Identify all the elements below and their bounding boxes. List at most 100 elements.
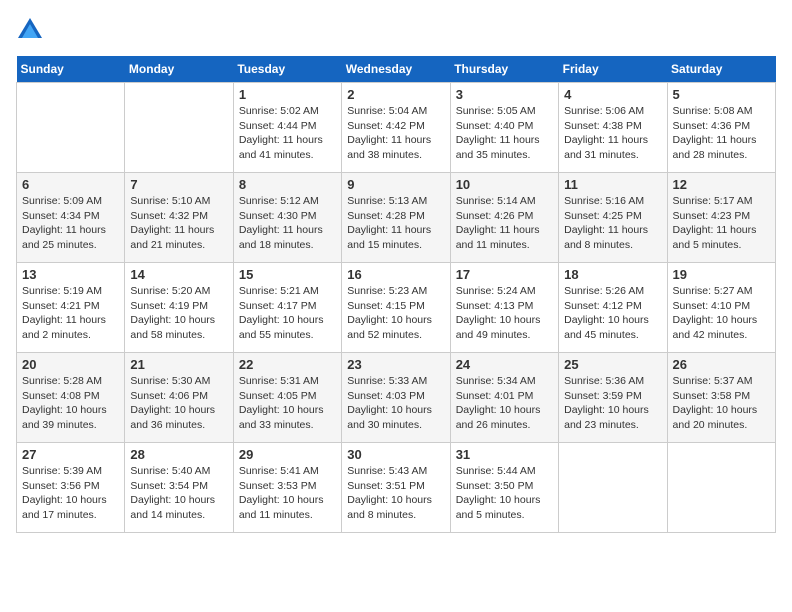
day-number: 24 <box>456 357 553 372</box>
calendar-cell: 14 Sunrise: 5:20 AM Sunset: 4:19 PM Dayli… <box>125 263 233 353</box>
day-number: 25 <box>564 357 661 372</box>
cell-content: Sunrise: 5:30 AM Sunset: 4:06 PM Dayligh… <box>130 374 227 433</box>
calendar-cell: 13Sunrise: 5:19 AM Sunset: 4:21 PM Dayli… <box>17 263 125 353</box>
day-number: 31 <box>456 447 553 462</box>
calendar-cell: 25 Sunrise: 5:36 AM Sunset: 3:59 PM Dayli… <box>559 353 667 443</box>
cell-content: Sunrise: 5:36 AM Sunset: 3:59 PM Dayligh… <box>564 374 661 433</box>
header-cell-friday: Friday <box>559 56 667 83</box>
day-number: 20 <box>22 357 119 372</box>
calendar-cell: 18 Sunrise: 5:26 AM Sunset: 4:12 PM Dayli… <box>559 263 667 353</box>
cell-content: Sunrise: 5:13 AM Sunset: 4:28 PM Dayligh… <box>347 194 444 253</box>
calendar-cell: 1Sunrise: 5:02 AM Sunset: 4:44 PM Daylig… <box>233 83 341 173</box>
calendar-cell: 8Sunrise: 5:12 AM Sunset: 4:30 PM Daylig… <box>233 173 341 263</box>
day-number: 13 <box>22 267 119 282</box>
calendar-cell: 3 Sunrise: 5:05 AM Sunset: 4:40 PM Daylig… <box>450 83 558 173</box>
cell-content: Sunrise: 5:28 AM Sunset: 4:08 PM Dayligh… <box>22 374 119 433</box>
calendar-cell: 11 Sunrise: 5:16 AM Sunset: 4:25 PM Dayli… <box>559 173 667 263</box>
day-number: 30 <box>347 447 444 462</box>
week-row-0: 1Sunrise: 5:02 AM Sunset: 4:44 PM Daylig… <box>17 83 776 173</box>
calendar-cell: 19 Sunrise: 5:27 AM Sunset: 4:10 PM Dayli… <box>667 263 775 353</box>
day-number: 5 <box>673 87 770 102</box>
calendar-cell <box>17 83 125 173</box>
header-cell-wednesday: Wednesday <box>342 56 450 83</box>
cell-content: Sunrise: 5:05 AM Sunset: 4:40 PM Dayligh… <box>456 104 553 163</box>
calendar-cell: 28 Sunrise: 5:40 AM Sunset: 3:54 PM Dayli… <box>125 443 233 533</box>
cell-content: Sunrise: 5:16 AM Sunset: 4:25 PM Dayligh… <box>564 194 661 253</box>
day-number: 3 <box>456 87 553 102</box>
day-number: 9 <box>347 177 444 192</box>
cell-content: Sunrise: 5:40 AM Sunset: 3:54 PM Dayligh… <box>130 464 227 523</box>
day-number: 2 <box>347 87 444 102</box>
day-number: 7 <box>130 177 227 192</box>
cell-content: Sunrise: 5:43 AM Sunset: 3:51 PM Dayligh… <box>347 464 444 523</box>
calendar-table: SundayMondayTuesdayWednesdayThursdayFrid… <box>16 56 776 533</box>
cell-content: Sunrise: 5:27 AM Sunset: 4:10 PM Dayligh… <box>673 284 770 343</box>
calendar-cell: 31Sunrise: 5:44 AM Sunset: 3:50 PM Dayli… <box>450 443 558 533</box>
cell-content: Sunrise: 5:08 AM Sunset: 4:36 PM Dayligh… <box>673 104 770 163</box>
day-number: 22 <box>239 357 336 372</box>
cell-content: Sunrise: 5:24 AM Sunset: 4:13 PM Dayligh… <box>456 284 553 343</box>
cell-content: Sunrise: 5:23 AM Sunset: 4:15 PM Dayligh… <box>347 284 444 343</box>
cell-content: Sunrise: 5:37 AM Sunset: 3:58 PM Dayligh… <box>673 374 770 433</box>
calendar-cell: 2 Sunrise: 5:04 AM Sunset: 4:42 PM Daylig… <box>342 83 450 173</box>
calendar-header: SundayMondayTuesdayWednesdayThursdayFrid… <box>17 56 776 83</box>
page-header <box>16 16 776 44</box>
calendar-cell: 23 Sunrise: 5:33 AM Sunset: 4:03 PM Dayli… <box>342 353 450 443</box>
calendar-cell: 17 Sunrise: 5:24 AM Sunset: 4:13 PM Dayli… <box>450 263 558 353</box>
calendar-cell: 12Sunrise: 5:17 AM Sunset: 4:23 PM Dayli… <box>667 173 775 263</box>
day-number: 4 <box>564 87 661 102</box>
cell-content: Sunrise: 5:41 AM Sunset: 3:53 PM Dayligh… <box>239 464 336 523</box>
calendar-cell: 30 Sunrise: 5:43 AM Sunset: 3:51 PM Dayli… <box>342 443 450 533</box>
cell-content: Sunrise: 5:06 AM Sunset: 4:38 PM Dayligh… <box>564 104 661 163</box>
calendar-cell: 29 Sunrise: 5:41 AM Sunset: 3:53 PM Dayli… <box>233 443 341 533</box>
calendar-body: 1Sunrise: 5:02 AM Sunset: 4:44 PM Daylig… <box>17 83 776 533</box>
day-number: 28 <box>130 447 227 462</box>
header-cell-monday: Monday <box>125 56 233 83</box>
day-number: 14 <box>130 267 227 282</box>
cell-content: Sunrise: 5:14 AM Sunset: 4:26 PM Dayligh… <box>456 194 553 253</box>
calendar-cell: 27Sunrise: 5:39 AM Sunset: 3:56 PM Dayli… <box>17 443 125 533</box>
header-cell-tuesday: Tuesday <box>233 56 341 83</box>
day-number: 19 <box>673 267 770 282</box>
cell-content: Sunrise: 5:31 AM Sunset: 4:05 PM Dayligh… <box>239 374 336 433</box>
cell-content: Sunrise: 5:02 AM Sunset: 4:44 PM Dayligh… <box>239 104 336 163</box>
calendar-cell: 6Sunrise: 5:09 AM Sunset: 4:34 PM Daylig… <box>17 173 125 263</box>
logo <box>16 16 48 44</box>
header-cell-sunday: Sunday <box>17 56 125 83</box>
day-number: 29 <box>239 447 336 462</box>
day-number: 21 <box>130 357 227 372</box>
week-row-2: 13Sunrise: 5:19 AM Sunset: 4:21 PM Dayli… <box>17 263 776 353</box>
cell-content: Sunrise: 5:10 AM Sunset: 4:32 PM Dayligh… <box>130 194 227 253</box>
calendar-cell: 15Sunrise: 5:21 AM Sunset: 4:17 PM Dayli… <box>233 263 341 353</box>
day-number: 26 <box>673 357 770 372</box>
calendar-cell: 24 Sunrise: 5:34 AM Sunset: 4:01 PM Dayli… <box>450 353 558 443</box>
calendar-cell: 7 Sunrise: 5:10 AM Sunset: 4:32 PM Daylig… <box>125 173 233 263</box>
day-number: 27 <box>22 447 119 462</box>
calendar-cell: 5 Sunrise: 5:08 AM Sunset: 4:36 PM Daylig… <box>667 83 775 173</box>
day-number: 8 <box>239 177 336 192</box>
cell-content: Sunrise: 5:20 AM Sunset: 4:19 PM Dayligh… <box>130 284 227 343</box>
cell-content: Sunrise: 5:26 AM Sunset: 4:12 PM Dayligh… <box>564 284 661 343</box>
calendar-cell: 10 Sunrise: 5:14 AM Sunset: 4:26 PM Dayli… <box>450 173 558 263</box>
day-number: 15 <box>239 267 336 282</box>
cell-content: Sunrise: 5:04 AM Sunset: 4:42 PM Dayligh… <box>347 104 444 163</box>
day-number: 18 <box>564 267 661 282</box>
day-number: 10 <box>456 177 553 192</box>
logo-icon <box>16 16 44 44</box>
header-cell-saturday: Saturday <box>667 56 775 83</box>
calendar-cell: 21 Sunrise: 5:30 AM Sunset: 4:06 PM Dayli… <box>125 353 233 443</box>
calendar-cell <box>125 83 233 173</box>
day-number: 17 <box>456 267 553 282</box>
calendar-cell: 26 Sunrise: 5:37 AM Sunset: 3:58 PM Dayli… <box>667 353 775 443</box>
week-row-4: 27Sunrise: 5:39 AM Sunset: 3:56 PM Dayli… <box>17 443 776 533</box>
calendar-cell <box>559 443 667 533</box>
header-cell-thursday: Thursday <box>450 56 558 83</box>
week-row-3: 20 Sunrise: 5:28 AM Sunset: 4:08 PM Dayli… <box>17 353 776 443</box>
day-number: 23 <box>347 357 444 372</box>
calendar-cell <box>667 443 775 533</box>
cell-content: Sunrise: 5:34 AM Sunset: 4:01 PM Dayligh… <box>456 374 553 433</box>
cell-content: Sunrise: 5:17 AM Sunset: 4:23 PM Dayligh… <box>673 194 770 253</box>
cell-content: Sunrise: 5:33 AM Sunset: 4:03 PM Dayligh… <box>347 374 444 433</box>
day-number: 11 <box>564 177 661 192</box>
day-number: 16 <box>347 267 444 282</box>
